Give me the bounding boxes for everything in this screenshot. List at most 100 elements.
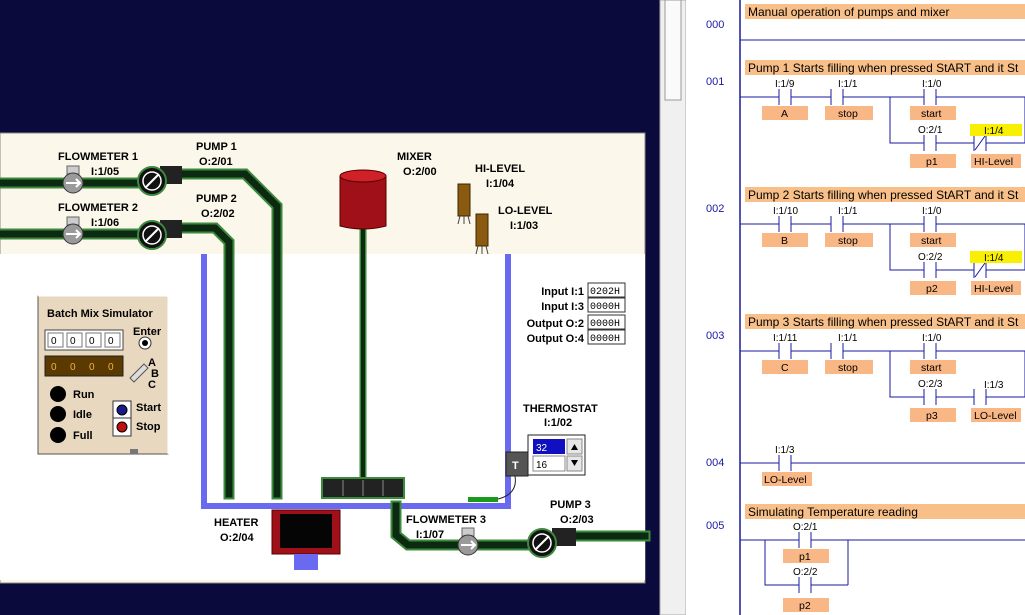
thumbwheel-digit-2: 0 (89, 336, 95, 347)
flowmeter-1-label: FLOWMETER 1 (58, 151, 138, 163)
rung-002-contact-2-address: I:1/1 (838, 206, 858, 217)
rung-003-contact-3-address: I:1/0 (922, 333, 942, 344)
io-value-2: 0000H (590, 319, 620, 330)
io-label-3: Output O:4 (527, 333, 585, 345)
ladder-editor (686, 0, 1025, 615)
rung-003-comment: Pump 3 Starts filling when pressed StART… (748, 315, 1019, 329)
rung-002-contact-1-tag: B (781, 235, 788, 247)
rung-001-contact-4-tag: p1 (926, 156, 938, 168)
rung-003-contact-5-address: I:1/3 (984, 380, 1004, 391)
hi-level-address: I:1/04 (486, 178, 515, 190)
rung-005-comment: Simulating Temperature reading (748, 505, 918, 519)
enter-label: Enter (133, 326, 162, 338)
flowmeter-2-label: FLOWMETER 2 (58, 202, 138, 214)
thermostat-address: I:1/02 (544, 417, 572, 429)
rung-002-contact-2-tag: stop (838, 235, 858, 247)
rung-003-contact-4-address: O:2/3 (918, 379, 943, 390)
rung-005-number: 005 (706, 520, 724, 532)
thermostat-setpoint: 32 (536, 443, 548, 454)
run-lamp-label: Run (73, 389, 95, 401)
lo-level-label: LO-LEVEL (498, 205, 553, 217)
selector-c-label: C (148, 379, 156, 391)
rung-001-contact-3-address: I:1/0 (922, 79, 942, 90)
rung-001-contact-1-tag: A (781, 108, 788, 120)
flowmeter-2-address: I:1/06 (91, 217, 119, 229)
rung-005-contact-1-address: O:2/1 (793, 522, 818, 533)
rung-003-contact-2-tag: stop (838, 362, 858, 374)
rung-002-contact-1-address: I:1/10 (773, 206, 798, 217)
panel-screw (130, 449, 138, 454)
rung-005-contact-2-tag: p2 (799, 600, 811, 612)
pump-2-address: O:2/02 (201, 208, 235, 220)
lo-level-address: I:1/03 (510, 220, 538, 232)
thermostat-value: 16 (536, 460, 548, 471)
rung-003-contact-5-tag: LO-Level (974, 410, 1017, 422)
rung-001-comment: Pump 1 Starts filling when pressed StART… (748, 61, 1019, 75)
rung-003-contact-2-address: I:1/1 (838, 333, 858, 344)
idle-lamp-icon (50, 406, 66, 422)
pump-1-address: O:2/01 (199, 156, 233, 168)
rung-001-contact-2-address: I:1/1 (838, 79, 858, 90)
io-value-1: 0000H (590, 302, 620, 313)
thumbwheel-digit-0: 0 (51, 336, 57, 347)
io-label-0: Input I:1 (541, 286, 584, 298)
rung-002-contact-5-tag: HI-Level (974, 283, 1013, 295)
run-lamp-icon (50, 386, 66, 402)
display-digit-3: 0 (108, 362, 114, 373)
hi-level-sensor-icon (457, 183, 471, 225)
io-label-1: Input I:3 (541, 301, 584, 313)
display-digit-2: 0 (89, 362, 95, 373)
flowmeter-3-label: FLOWMETER 3 (406, 514, 486, 526)
thermostat-label: THERMOSTAT (523, 403, 598, 415)
mixer-address: O:2/00 (403, 166, 437, 178)
io-label-2: Output O:2 (527, 318, 584, 330)
mixer-label: MIXER (397, 151, 432, 163)
rung-002-comment: Pump 2 Starts filling when pressed StART… (748, 188, 1019, 202)
batch-mix-screen: FLOWMETER 1 I:1/05 FLOWMETER 2 I:1/06 PU… (0, 0, 1025, 615)
rung-003-contact-4-tag: p3 (926, 410, 938, 422)
rung-003-contact-3-tag: start (921, 362, 942, 374)
rung-004-contact-1-address: I:1/3 (775, 445, 795, 456)
rung-002-contact-4-tag: p2 (926, 283, 938, 295)
rung-001-contact-5-address: I:1/4 (984, 126, 1004, 137)
rung-001-contact-2-tag: stop (838, 108, 858, 120)
rung-003-contact-1-tag: C (781, 362, 789, 374)
hi-level-label: HI-LEVEL (475, 163, 525, 175)
rung-005-contact-1-tag: p1 (799, 551, 811, 563)
stop-button-label: Stop (136, 421, 161, 433)
rung-002-number: 002 (706, 203, 724, 215)
pump-3-label: PUMP 3 (550, 499, 591, 511)
rung-002-contact-4-address: O:2/2 (918, 252, 943, 263)
rung-003-number: 003 (706, 330, 724, 342)
rung-001-contact-3-tag: start (921, 108, 942, 120)
rung-002-contact-3-tag: start (921, 235, 942, 247)
full-lamp-label: Full (73, 430, 93, 442)
heater-label: HEATER (214, 517, 258, 529)
io-value-3: 0000H (590, 334, 620, 345)
rung-001-contact-5-tag: HI-Level (974, 156, 1013, 168)
rung-001-contact-4-address: O:2/1 (918, 125, 943, 136)
rung-002-contact-5-address: I:1/4 (984, 253, 1004, 264)
heater-address: O:2/04 (220, 532, 255, 544)
digital-display: 0 0 0 0 (44, 355, 124, 377)
rung-001-number: 001 (706, 76, 724, 88)
lo-level-sensor-icon (475, 213, 489, 255)
thumbwheel-switch[interactable]: 0 0 0 0 (44, 329, 124, 351)
rung-004-number: 004 (706, 457, 724, 469)
pump-3-address: O:2/03 (560, 514, 594, 526)
rung-001-contact-1-address: I:1/9 (775, 79, 795, 90)
display-digit-0: 0 (51, 362, 57, 373)
display-digit-1: 0 (70, 362, 76, 373)
panel-title: Batch Mix Simulator (47, 308, 153, 320)
pump-2-label: PUMP 2 (196, 193, 237, 205)
io-value-0: 0202H (590, 287, 620, 298)
enter-dot-icon (142, 340, 148, 346)
thermostat-t-button: T (512, 460, 519, 472)
scrollbar-thumb[interactable] (664, 0, 682, 101)
flowmeter-1-address: I:1/05 (91, 166, 119, 178)
rung-000-comment: Manual operation of pumps and mixer (748, 5, 949, 19)
rung-000-number: 000 (706, 19, 724, 31)
rung-004-contact-1-tag: LO-Level (764, 474, 807, 486)
idle-lamp-label: Idle (73, 409, 92, 421)
full-lamp-icon (50, 427, 66, 443)
